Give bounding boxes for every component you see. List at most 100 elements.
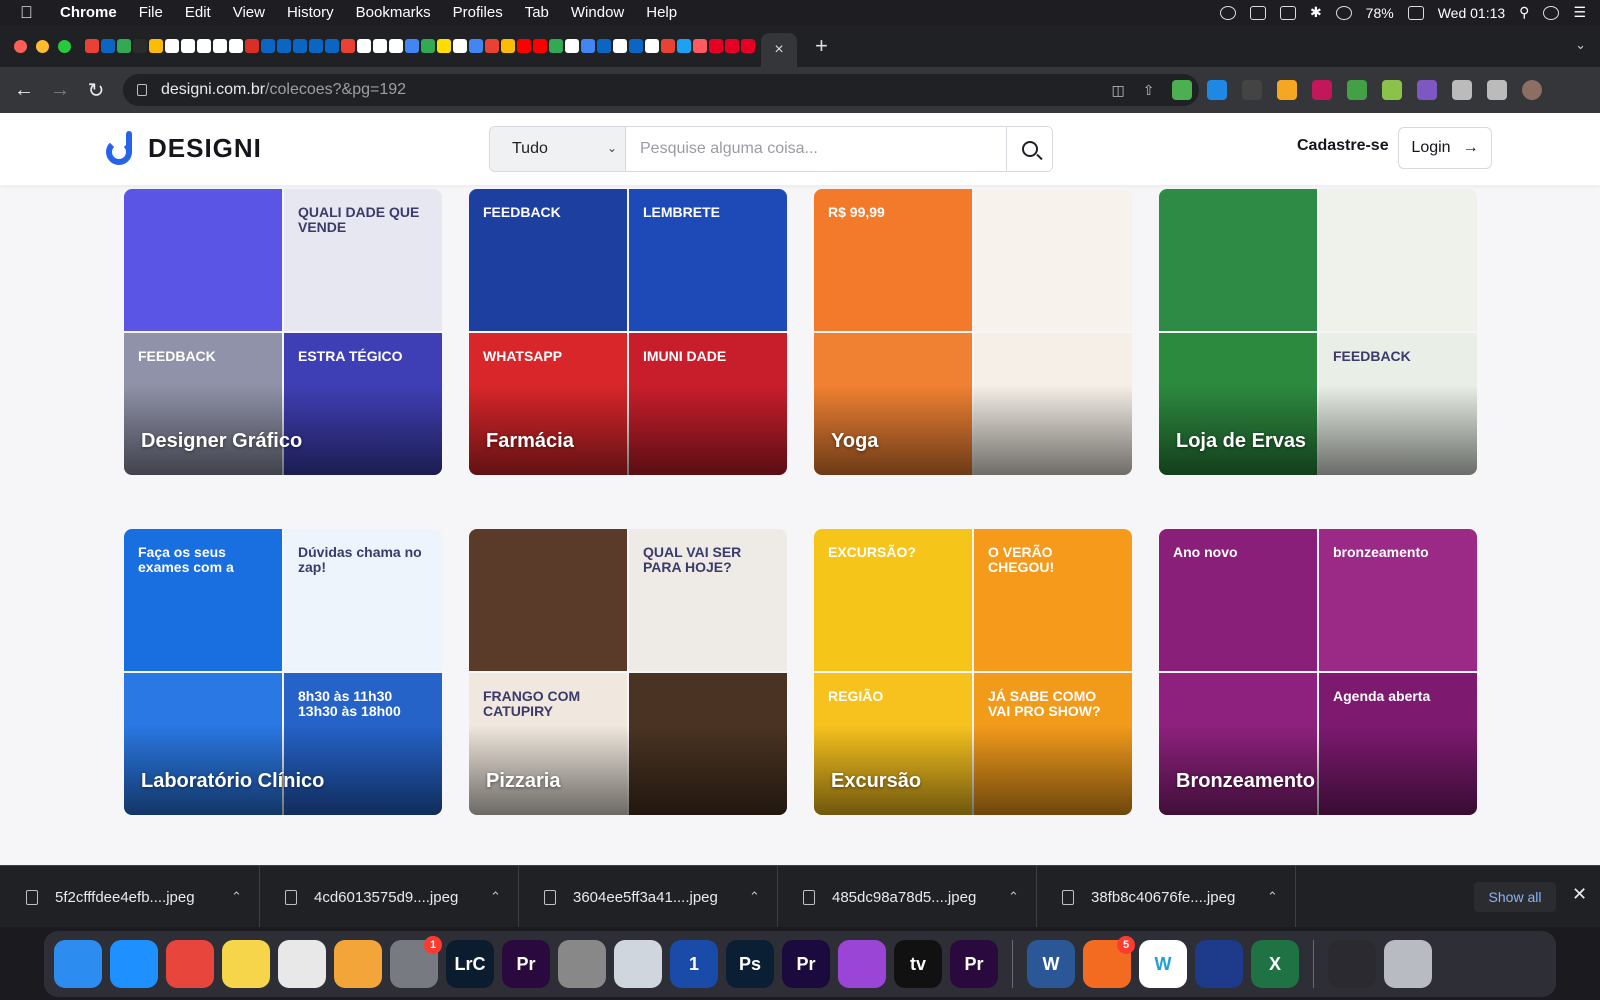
tab-favicon-icon[interactable] (533, 39, 547, 53)
chevron-up-icon[interactable]: ⌃ (1008, 889, 1019, 905)
tab-favicon-icon[interactable] (261, 39, 275, 53)
tab-favicon-icon[interactable] (485, 39, 499, 53)
extension-icon[interactable] (1277, 80, 1297, 100)
menu-profiles[interactable]: Profiles (453, 4, 503, 21)
tab-favicon-icon[interactable] (661, 39, 675, 53)
download-item[interactable]: 4cd6013575d9....jpeg ⌃ (259, 866, 519, 928)
battery-percent[interactable]: 78% (1366, 5, 1394, 21)
app-store-icon[interactable]: 5 (1083, 936, 1135, 988)
control-center-icon[interactable]: ☰ (1573, 4, 1586, 21)
tab-favicon-icon[interactable] (213, 39, 227, 53)
puzzle-extensions-icon[interactable] (1452, 80, 1472, 100)
tab-favicon-icon[interactable] (309, 39, 323, 53)
word-icon[interactable]: W (1027, 940, 1075, 988)
extension-icon[interactable] (1312, 80, 1332, 100)
tab-favicon-icon[interactable] (293, 39, 307, 53)
tab-favicon-icon[interactable] (517, 39, 531, 53)
textedit-icon[interactable] (278, 940, 326, 988)
tab-favicon-icon[interactable] (693, 39, 707, 53)
search-category-select[interactable]: Tudo ⌄ (490, 127, 626, 171)
menu-history[interactable]: History (287, 4, 334, 21)
collection-card[interactable]: FEEDBACK LEMBRETE WHATSAPP IMUNI DADE Farmác… (469, 189, 787, 475)
collection-card[interactable]: QUALI DADE QUE VENDE FEEDBACK ESTRA TÉGICO… (124, 189, 442, 475)
extension-icon[interactable] (1242, 80, 1262, 100)
side-panel-icon[interactable] (1487, 80, 1507, 100)
reload-button[interactable]: ↻ (78, 78, 114, 103)
finder-icon[interactable] (54, 940, 102, 988)
show-all-button[interactable]: Show all (1474, 882, 1556, 912)
creative-cloud-icon[interactable] (1219, 5, 1236, 20)
screenshots-icon[interactable] (1328, 940, 1376, 988)
translate-icon[interactable]: ◫ (1111, 82, 1124, 99)
login-button[interactable]: Login → (1398, 127, 1492, 169)
extension-icon[interactable] (1172, 80, 1192, 100)
bluetooth-icon[interactable]: ✱ (1310, 4, 1322, 21)
menu-window[interactable]: Window (571, 4, 624, 21)
system-preferences-icon[interactable]: 1 (390, 936, 442, 988)
menu-app-name[interactable]: Chrome (60, 4, 117, 21)
collection-card[interactable]: FEEDBACK Loja de Ervas (1159, 189, 1477, 475)
excel-icon[interactable]: X (1251, 940, 1299, 988)
back-button[interactable]: ← (6, 79, 42, 102)
dock-app-icon[interactable] (1195, 940, 1243, 988)
tab-favicon-icon[interactable] (677, 39, 691, 53)
tab-favicon-icon[interactable] (629, 39, 643, 53)
premiere-pro-icon[interactable]: Pr (782, 940, 830, 988)
tab-favicon-icon[interactable] (165, 39, 179, 53)
download-item[interactable]: 3604ee5ff3a41....jpeg ⌃ (518, 866, 778, 928)
menu-bookmarks[interactable]: Bookmarks (356, 4, 431, 21)
tab-favicon-icon[interactable] (613, 39, 627, 53)
safari-icon[interactable] (110, 940, 158, 988)
download-item[interactable]: 5f2cfffdee4efb....jpeg ⌃ (0, 866, 260, 928)
chevron-up-icon[interactable]: ⌃ (490, 889, 501, 905)
tab-close-icon[interactable]: × (774, 41, 783, 59)
menu-help[interactable]: Help (646, 4, 677, 21)
close-window-button[interactable] (14, 39, 27, 53)
onepassword-icon[interactable]: 1 (670, 940, 718, 988)
collection-card[interactable]: R$ 99,99 Yoga (814, 189, 1132, 475)
siri-icon[interactable] (1543, 5, 1560, 20)
podcasts-icon[interactable] (838, 940, 886, 988)
tab-favicon-icon[interactable] (549, 39, 563, 53)
spotlight-icon[interactable]: ⚲ (1519, 4, 1529, 21)
tab-favicon-icon[interactable] (277, 39, 291, 53)
menu-view[interactable]: View (233, 4, 265, 21)
tab-favicon-icon[interactable] (565, 39, 579, 53)
extension-icon[interactable] (1417, 80, 1437, 100)
extension-icon[interactable] (1207, 80, 1227, 100)
new-tab-button[interactable]: + (815, 33, 828, 59)
extension-icon[interactable] (1347, 80, 1367, 100)
chevron-up-icon[interactable]: ⌃ (1267, 889, 1278, 905)
tab-favicon-icon[interactable] (501, 39, 515, 53)
tab-favicon-icon[interactable] (453, 39, 467, 53)
tab-favicon-icon[interactable] (469, 39, 483, 53)
apple-menu-icon[interactable]:  (20, 3, 42, 23)
tab-favicon-icon[interactable] (581, 39, 595, 53)
address-bar[interactable]: designi.com.br /colecoes?&pg=192 ◫ ⇧ ☆ (123, 74, 1199, 106)
tab-favicon-icon[interactable] (597, 39, 611, 53)
tab-favicon-icon[interactable] (421, 39, 435, 53)
site-logo[interactable]: DESIGNI (106, 131, 262, 165)
forward-button[interactable]: → (42, 79, 78, 102)
menu-tab[interactable]: Tab (525, 4, 549, 21)
tab-favicon-icon[interactable] (229, 39, 243, 53)
wunderlist-icon[interactable]: W (1139, 940, 1187, 988)
chevron-up-icon[interactable]: ⌃ (231, 889, 242, 905)
collection-card[interactable]: EXCURSÃO? O VERÃO CHEGOU! REGIÃO JÁ SABE CO… (814, 529, 1132, 815)
active-tab[interactable]: × (761, 33, 797, 67)
profile-avatar[interactable] (1522, 80, 1542, 100)
tab-favicon-icon[interactable] (341, 39, 355, 53)
menu-edit[interactable]: Edit (185, 4, 211, 21)
trash-icon[interactable] (1384, 940, 1432, 988)
photos-icon[interactable] (334, 940, 382, 988)
tab-favicon-icon[interactable] (645, 39, 659, 53)
tab-favicon-icon[interactable] (245, 39, 259, 53)
download-item[interactable]: 38fb8c40676fe....jpeg ⌃ (1036, 866, 1296, 928)
tab-favicon-icon[interactable] (101, 39, 115, 53)
tab-favicon-icon[interactable] (437, 39, 451, 53)
premiere-icon[interactable]: Pr (502, 940, 550, 988)
collection-card[interactable]: Faça os seus exames com a Dúvidas chama n… (124, 529, 442, 815)
tab-favicon-icon[interactable] (709, 39, 723, 53)
tab-favicon-icon[interactable] (725, 39, 739, 53)
wifi-icon[interactable] (1335, 5, 1352, 20)
